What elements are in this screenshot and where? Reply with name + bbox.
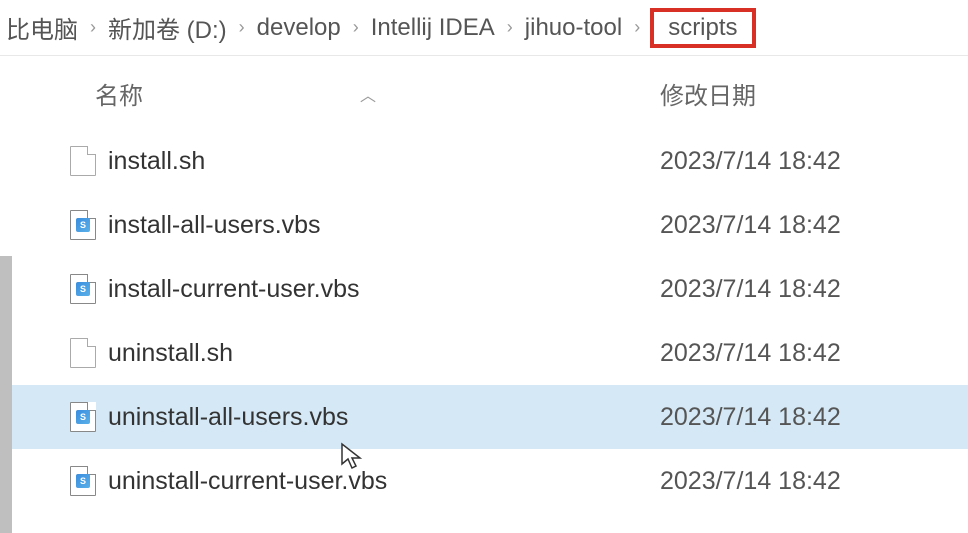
chevron-right-icon: › <box>347 17 365 38</box>
file-date-cell: 2023/7/14 18:42 <box>660 339 968 368</box>
file-row[interactable]: Sinstall-all-users.vbs2023/7/14 18:42 <box>0 193 968 257</box>
file-name-label: uninstall-all-users.vbs <box>108 403 348 432</box>
breadcrumb-item-3[interactable]: Intellij IDEA <box>365 14 501 42</box>
blank-file-icon <box>70 146 96 176</box>
chevron-right-icon: › <box>501 17 519 38</box>
column-header-name[interactable]: 名称 ︿ <box>0 76 660 111</box>
vbs-file-icon: S <box>70 466 96 496</box>
column-header-date-label: 修改日期 <box>660 83 756 110</box>
sort-chevron-up-icon[interactable]: ︿ <box>360 82 376 106</box>
file-list-area: 名称 ︿ 修改日期 install.sh2023/7/14 18:42Sinst… <box>0 56 968 513</box>
vbs-badge-icon: S <box>76 474 90 488</box>
chevron-right-icon: › <box>233 17 251 38</box>
chevron-right-icon: › <box>628 17 646 38</box>
breadcrumb-item-0[interactable]: 比电脑 <box>0 10 84 45</box>
file-date-cell: 2023/7/14 18:42 <box>660 211 968 240</box>
file-row[interactable]: Sinstall-current-user.vbs2023/7/14 18:42 <box>0 257 968 321</box>
file-row[interactable]: Suninstall-all-users.vbs2023/7/14 18:42 <box>0 385 968 449</box>
column-header-row: 名称 ︿ 修改日期 <box>0 76 968 129</box>
column-header-name-label: 名称 <box>95 76 143 111</box>
breadcrumb-item-4[interactable]: jihuo-tool <box>519 14 628 42</box>
vbs-file-icon: S <box>70 274 96 304</box>
file-date-cell: 2023/7/14 18:42 <box>660 147 968 176</box>
file-name-label: install-all-users.vbs <box>108 211 321 240</box>
file-name-cell: Sinstall-current-user.vbs <box>0 274 660 304</box>
scrollbar-strip <box>0 256 12 533</box>
vbs-badge-icon: S <box>76 410 90 424</box>
file-name-cell: Suninstall-all-users.vbs <box>0 402 660 432</box>
breadcrumb[interactable]: 比电脑 › 新加卷 (D:) › develop › Intellij IDEA… <box>0 0 968 56</box>
chevron-right-icon: › <box>84 17 102 38</box>
file-date-cell: 2023/7/14 18:42 <box>660 467 968 496</box>
vbs-file-icon: S <box>70 402 96 432</box>
file-row[interactable]: uninstall.sh 2023/7/14 18:42 <box>0 321 968 385</box>
file-name-cell: uninstall.sh <box>0 338 660 368</box>
file-date-cell: 2023/7/14 18:42 <box>660 275 968 304</box>
file-name-cell: Suninstall-current-user.vbs <box>0 466 660 496</box>
file-name-label: uninstall-current-user.vbs <box>108 467 387 496</box>
file-name-label: install.sh <box>108 147 205 176</box>
breadcrumb-item-2[interactable]: develop <box>251 14 347 42</box>
blank-file-icon <box>70 338 96 368</box>
vbs-badge-icon: S <box>76 282 90 296</box>
file-name-cell: Sinstall-all-users.vbs <box>0 210 660 240</box>
column-header-date[interactable]: 修改日期 <box>660 76 968 111</box>
breadcrumb-item-5[interactable]: scripts <box>650 8 755 48</box>
file-name-label: install-current-user.vbs <box>108 275 359 304</box>
vbs-badge-icon: S <box>76 218 90 232</box>
file-name-cell: install.sh <box>0 146 660 176</box>
file-name-label: uninstall.sh <box>108 339 233 368</box>
file-date-cell: 2023/7/14 18:42 <box>660 403 968 432</box>
file-row[interactable]: Suninstall-current-user.vbs2023/7/14 18:… <box>0 449 968 513</box>
file-row[interactable]: install.sh 2023/7/14 18:42 <box>0 129 968 193</box>
vbs-file-icon: S <box>70 210 96 240</box>
breadcrumb-item-1[interactable]: 新加卷 (D:) <box>102 10 233 45</box>
